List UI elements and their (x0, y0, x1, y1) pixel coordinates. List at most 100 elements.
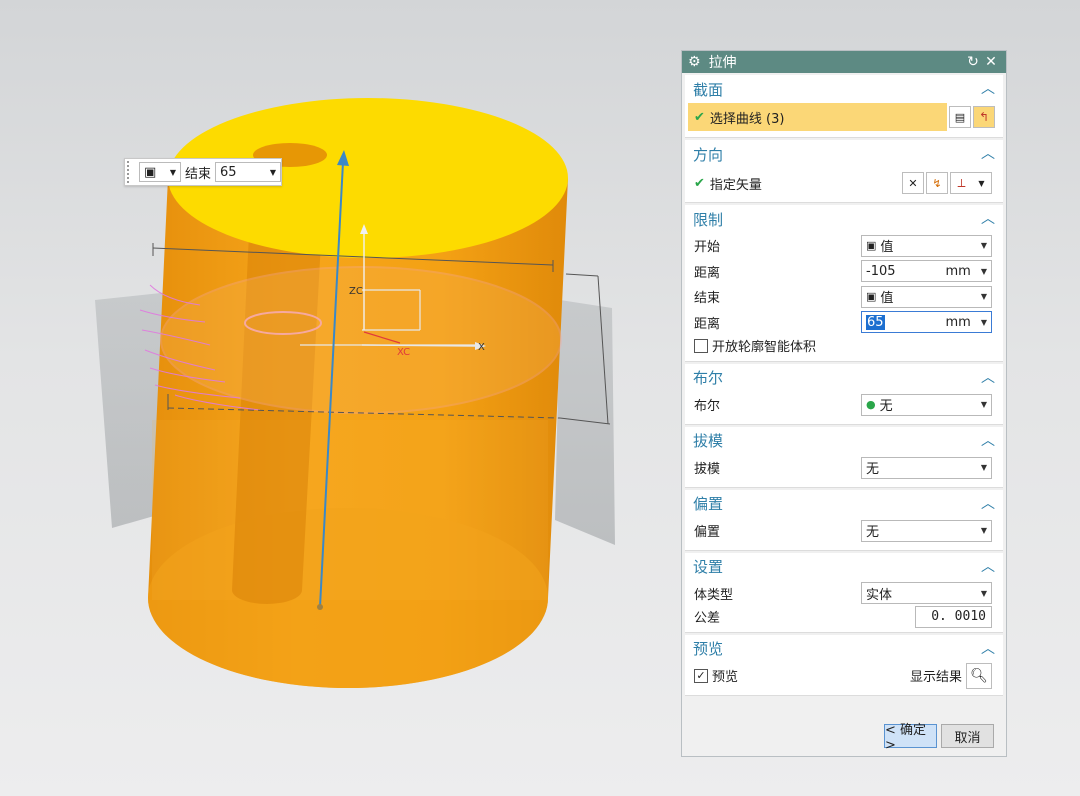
chevron-up-icon[interactable]: ︿ (981, 497, 995, 511)
reverse-direction-button[interactable]: ✕ (902, 172, 924, 194)
end-distance-label: 距离 (694, 316, 721, 332)
settings-title: 设置 (693, 558, 724, 576)
axis-triad-icon: ⟂ (957, 175, 966, 190)
boolean-header[interactable]: 布尔 ︿ (685, 364, 1003, 392)
cancel-button[interactable]: 取消 (941, 724, 994, 748)
start-distance-value[interactable]: -105 (866, 264, 946, 279)
offset-dropdown[interactable]: 无 ▼ (861, 519, 992, 542)
dialog-footer: < 确定 > 取消 (682, 716, 1006, 756)
floating-end-toolbar[interactable]: ▣ ▼ 结束 65 ▼ (124, 158, 282, 186)
specify-vector-row[interactable]: ✔ 指定矢量 ✕ ↯ ⟂ ▼ (685, 168, 1003, 202)
open-profile-checkbox[interactable] (694, 338, 708, 353)
end-value-dropdown[interactable]: 65 ▼ (215, 162, 282, 182)
start-distance-field[interactable]: -105 mm ▼ (861, 260, 992, 283)
settings-header[interactable]: 设置 ︿ (685, 553, 1003, 581)
extrude-dialog: ⚙ 拉伸 ↻ ✕ 截面 ︿ ✔ 选择曲线 (3) ▤ ↰ 方向 ︿ ✔ 指定矢量… (681, 50, 1007, 757)
curve-icon: ↰ (978, 110, 990, 124)
preview-title: 预览 (693, 640, 724, 658)
offset-title: 偏置 (693, 495, 724, 513)
show-result-button[interactable]: 🔍︎ (966, 662, 992, 689)
preview-row: ✓ 预览 显示结果 🔍︎ (685, 662, 1003, 695)
offset-row: 偏置 无 ▼ (685, 518, 1003, 550)
vector-type-dropdown[interactable]: ⟂ ▼ (950, 172, 992, 194)
section-title: 截面 (693, 80, 724, 99)
draft-row: 拔模 无 ▼ (685, 455, 1003, 487)
xc-label: XC (397, 347, 410, 358)
end-distance-value[interactable]: 65 (866, 314, 885, 330)
direction-group: 方向 ︿ ✔ 指定矢量 ✕ ↯ ⟂ ▼ (685, 140, 1003, 203)
open-profile-label: 开放轮廓智能体积 (712, 340, 817, 356)
offset-header[interactable]: 偏置 ︿ (685, 490, 1003, 518)
section-header[interactable]: 截面 ︿ (685, 75, 1003, 103)
draft-label: 拔模 (694, 462, 721, 477)
draft-header[interactable]: 拔模 ︿ (685, 427, 1003, 455)
body-type-label: 体类型 (694, 587, 734, 603)
chevron-up-icon[interactable]: ︿ (981, 82, 995, 96)
boolean-value: 无 (879, 399, 893, 414)
boolean-label: 布尔 (694, 399, 721, 414)
body-type-dropdown[interactable]: 实体 ▼ (861, 582, 992, 605)
cube-icon: ▣ (866, 239, 877, 253)
direction-header[interactable]: 方向 ︿ (685, 140, 1003, 168)
boolean-title: 布尔 (693, 369, 724, 387)
boolean-row: 布尔 ● 无 ▼ (685, 392, 1003, 424)
end-mode-dropdown[interactable]: ▣ ▼ (139, 162, 181, 182)
dialog-title: 拉伸 (708, 55, 737, 71)
curve-section-button[interactable]: ↰ (973, 106, 995, 128)
end-mode-value: 值 (880, 291, 894, 307)
chevron-up-icon[interactable]: ︿ (981, 560, 995, 574)
section-group: 截面 ︿ ✔ 选择曲线 (3) ▤ ↰ (685, 75, 1003, 138)
chevron-up-icon[interactable]: ︿ (981, 147, 995, 161)
gear-icon[interactable]: ⚙ (688, 54, 701, 70)
tolerance-input[interactable]: 0. 0010 (915, 605, 992, 628)
draft-dropdown[interactable]: 无 ▼ (861, 456, 992, 479)
chevron-down-icon: ▼ (169, 167, 176, 177)
ok-button[interactable]: < 确定 > (884, 723, 937, 753)
start-row: 开始 ▣ 值 ▼ (685, 233, 1003, 259)
start-mode-dropdown[interactable]: ▣ 值 ▼ (861, 234, 992, 257)
vector-dialog-button[interactable]: ↯ (926, 172, 948, 194)
chevron-up-icon[interactable]: ︿ (981, 642, 995, 656)
select-curve-row[interactable]: ✔ 选择曲线 (3) (688, 103, 947, 131)
body-type-row: 体类型 实体 ▼ (685, 581, 1003, 607)
chevron-up-icon[interactable]: ︿ (981, 434, 995, 448)
cube-icon: ▣ (866, 290, 877, 304)
chevron-down-icon[interactable]: ▼ (981, 267, 987, 276)
end-distance-field[interactable]: 65 mm ▼ (861, 311, 992, 334)
preview-checkbox[interactable]: ✓ (694, 668, 708, 683)
chevron-down-icon: ▼ (269, 167, 277, 177)
end-distance-row: 距离 65 mm ▼ (685, 310, 1003, 336)
start-distance-label: 距离 (694, 265, 721, 281)
sketch-icon: ▤ (954, 110, 966, 124)
vector-icon: ↯ (932, 176, 942, 190)
offset-label: 偏置 (694, 525, 721, 540)
cube-icon: ▣ (144, 164, 157, 180)
chevron-down-icon[interactable]: ▼ (981, 318, 987, 327)
select-curve-label: 选择曲线 (3) (709, 111, 785, 127)
reverse-icon: ✕ (908, 176, 918, 190)
boolean-dropdown[interactable]: ● 无 ▼ (861, 393, 992, 416)
end-distance-unit: mm (945, 314, 971, 330)
chevron-down-icon: ▼ (980, 588, 987, 598)
chevron-up-icon[interactable]: ︿ (981, 212, 995, 226)
drag-handle[interactable] (127, 161, 133, 183)
settings-group: 设置 ︿ 体类型 实体 ▼ 公差 0. 0010 (685, 552, 1003, 633)
open-profile-row[interactable]: 开放轮廓智能体积 (685, 335, 1003, 361)
chevron-up-icon[interactable]: ︿ (981, 371, 995, 385)
preview-header[interactable]: 预览 ︿ (685, 635, 1003, 663)
check-icon: ✔ (694, 175, 705, 191)
close-icon[interactable]: ✕ (982, 54, 1000, 70)
start-mode-value: 值 (880, 240, 894, 256)
reset-icon[interactable]: ↻ (964, 54, 982, 70)
sketch-section-button[interactable]: ▤ (949, 106, 971, 128)
chevron-down-icon: ▼ (980, 400, 987, 409)
check-icon: ✔ (694, 109, 705, 125)
tolerance-label: 公差 (694, 611, 721, 627)
preview-label: 预览 (712, 670, 739, 685)
limits-header[interactable]: 限制 ︿ (685, 205, 1003, 233)
end-mode-dropdown[interactable]: ▣ 值 ▼ (861, 285, 992, 308)
draft-value: 无 (866, 462, 880, 477)
dialog-titlebar[interactable]: ⚙ 拉伸 ↻ ✕ (682, 51, 1006, 73)
sheet-surface-right (555, 300, 615, 545)
end-value[interactable]: 65 (220, 165, 237, 180)
